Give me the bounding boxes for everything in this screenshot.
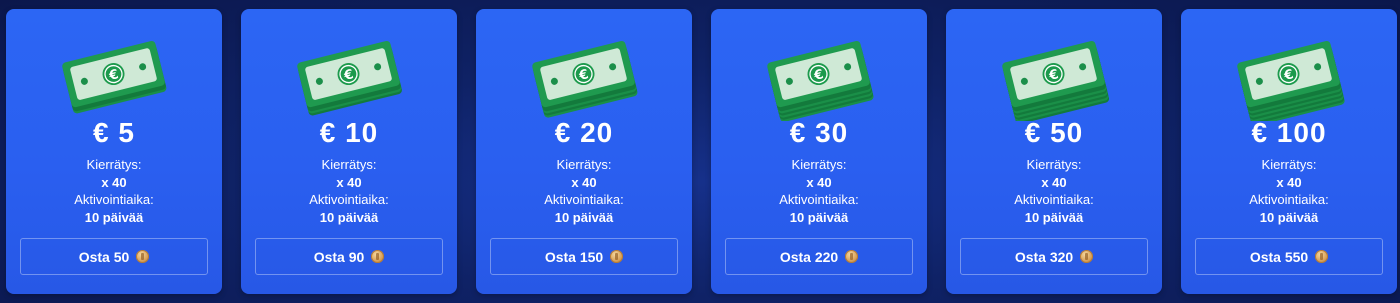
buy-button[interactable]: Osta 550	[1195, 238, 1383, 275]
bonus-card-100[interactable]: € € 100 Kierrätys: x 40 Aktivointiaika: …	[1181, 9, 1397, 294]
wager-label: Kierrätys:	[1261, 157, 1317, 172]
buy-button-label: Osta 90	[313, 248, 365, 265]
cash-stack-icon: €	[759, 31, 879, 121]
buy-button-label: Osta 50	[78, 248, 130, 265]
wager-value: x 40	[1276, 174, 1302, 190]
bonus-shop-page: € € 5 Kierrätys: x 40 Aktivointiaika: 10…	[0, 0, 1400, 303]
activation-label: Aktivointiaika:	[1249, 192, 1329, 207]
bonus-card-10[interactable]: € € 10 Kierrätys: x 40 Aktivointiaika: 1…	[241, 9, 457, 294]
coin-icon	[1315, 250, 1329, 263]
cash-stack-icon: €	[524, 31, 644, 121]
bonus-amount: € 100	[1251, 117, 1327, 148]
cash-stack-icon: €	[1229, 31, 1349, 121]
activation-value: 10 päivää	[1259, 209, 1319, 225]
bonus-details: Kierrätys: x 40 Aktivointiaika: 10 päivä…	[241, 156, 457, 226]
activation-label: Aktivointiaika:	[74, 192, 154, 207]
activation-label: Aktivointiaika:	[544, 192, 624, 207]
bonus-details: Kierrätys: x 40 Aktivointiaika: 10 päivä…	[1181, 156, 1397, 226]
wager-label: Kierrätys:	[791, 157, 847, 172]
coin-icon	[610, 250, 624, 263]
cash-stack-icon: €	[54, 31, 174, 121]
bonus-amount: € 20	[554, 117, 614, 148]
buy-button-label: Osta 150	[544, 248, 604, 265]
wager-value: x 40	[806, 174, 832, 190]
wager-value: x 40	[101, 174, 127, 190]
bonus-details: Kierrätys: x 40 Aktivointiaika: 10 päivä…	[946, 156, 1162, 226]
activation-value: 10 päivää	[1024, 209, 1084, 225]
activation-value: 10 päivää	[789, 209, 849, 225]
wager-label: Kierrätys:	[1026, 157, 1082, 172]
bonus-details: Kierrätys: x 40 Aktivointiaika: 10 päivä…	[711, 156, 927, 226]
buy-button[interactable]: Osta 50	[20, 238, 208, 275]
buy-button[interactable]: Osta 320	[960, 238, 1148, 275]
cash-stack-icon: €	[289, 31, 409, 121]
buy-button-label: Osta 320	[1014, 248, 1074, 265]
bonus-card-20[interactable]: € € 20 Kierrätys: x 40 Aktivointiaika: 1…	[476, 9, 692, 294]
activation-label: Aktivointiaika:	[1014, 192, 1094, 207]
activation-value: 10 päivää	[554, 209, 614, 225]
bonus-details: Kierrätys: x 40 Aktivointiaika: 10 päivä…	[476, 156, 692, 226]
activation-label: Aktivointiaika:	[309, 192, 389, 207]
buy-button[interactable]: Osta 150	[490, 238, 678, 275]
bonus-card-30[interactable]: € € 30 Kierrätys: x 40 Aktivointiaika: 1…	[711, 9, 927, 294]
activation-value: 10 päivää	[84, 209, 144, 225]
cash-stack-icon: €	[994, 31, 1114, 121]
bonus-card-5[interactable]: € € 5 Kierrätys: x 40 Aktivointiaika: 10…	[6, 9, 222, 294]
buy-button-label: Osta 550	[1249, 248, 1309, 265]
wager-value: x 40	[1041, 174, 1067, 190]
coin-icon	[136, 250, 150, 263]
bonus-card-list: € € 5 Kierrätys: x 40 Aktivointiaika: 10…	[6, 9, 1397, 294]
activation-value: 10 päivää	[319, 209, 379, 225]
buy-button[interactable]: Osta 90	[255, 238, 443, 275]
buy-button-label: Osta 220	[779, 248, 839, 265]
bonus-amount: € 30	[789, 117, 849, 148]
coin-icon	[371, 250, 385, 263]
coin-icon	[845, 250, 859, 263]
bonus-card-50[interactable]: € € 50 Kierrätys: x 40 Aktivointiaika: 1…	[946, 9, 1162, 294]
bonus-amount: € 50	[1024, 117, 1084, 148]
bonus-amount: € 10	[319, 117, 379, 148]
wager-label: Kierrätys:	[86, 157, 142, 172]
bonus-details: Kierrätys: x 40 Aktivointiaika: 10 päivä…	[6, 156, 222, 226]
wager-label: Kierrätys:	[556, 157, 612, 172]
coin-icon	[1080, 250, 1094, 263]
wager-label: Kierrätys:	[321, 157, 377, 172]
bonus-amount: € 5	[93, 117, 135, 148]
wager-value: x 40	[336, 174, 362, 190]
wager-value: x 40	[571, 174, 597, 190]
buy-button[interactable]: Osta 220	[725, 238, 913, 275]
activation-label: Aktivointiaika:	[779, 192, 859, 207]
